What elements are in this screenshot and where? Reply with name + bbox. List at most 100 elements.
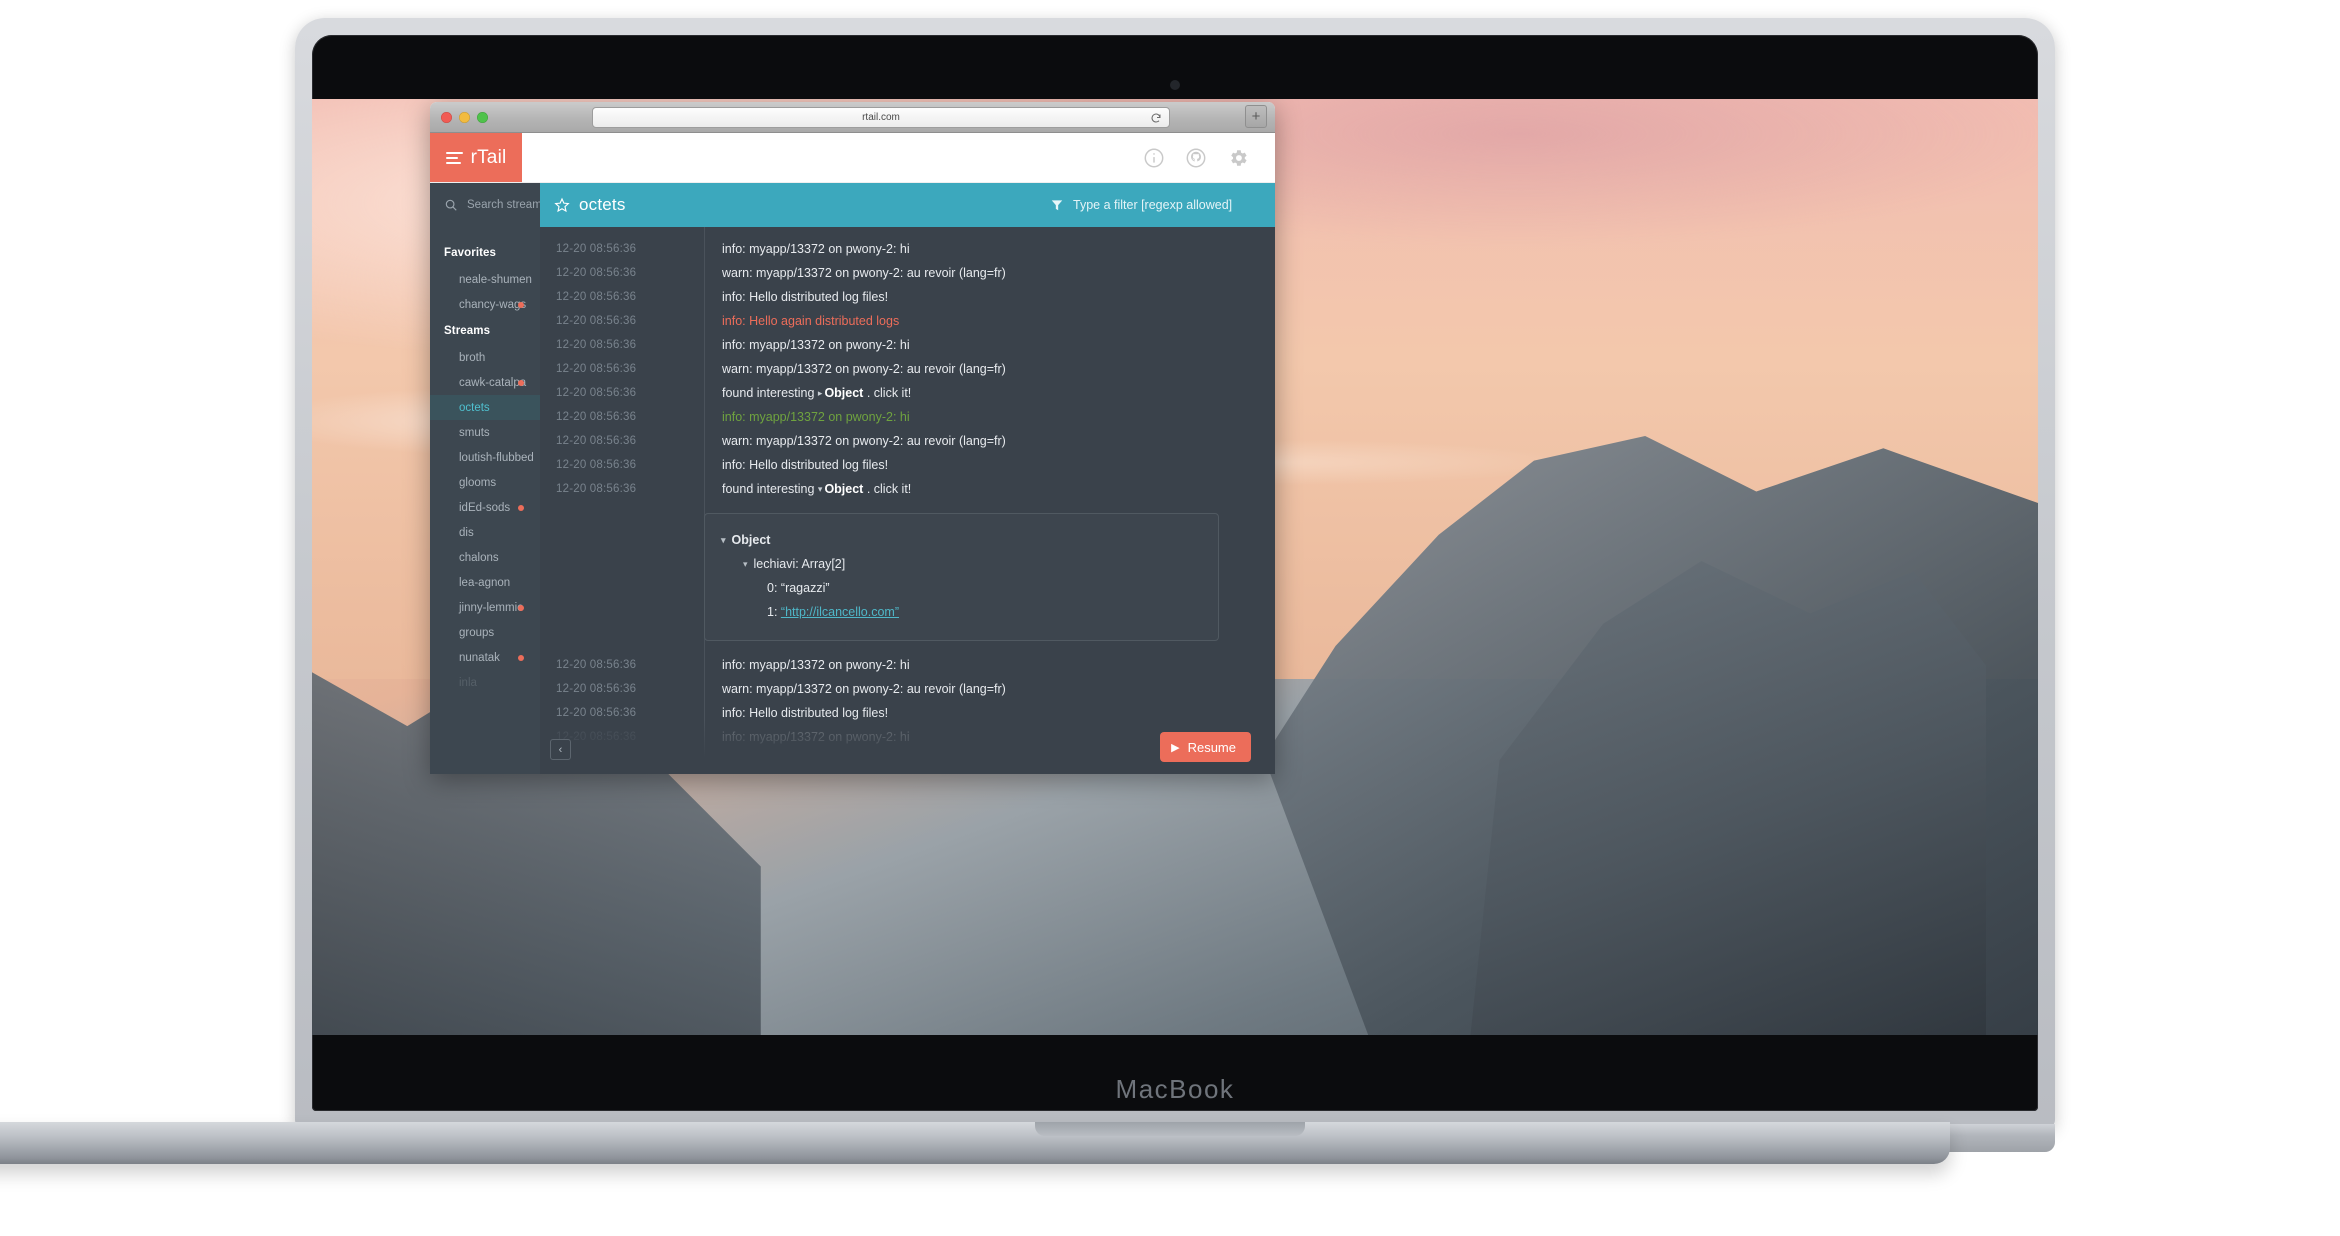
log-timestamp: 12-20 08:56:36 xyxy=(556,267,637,279)
play-icon: ▶ xyxy=(1171,741,1180,754)
sidebar-item-chalons[interactable]: chalons xyxy=(430,545,540,570)
resume-button[interactable]: ▶ Resume xyxy=(1160,732,1251,762)
sidebar-item-label: jinny-lemmie xyxy=(459,601,524,614)
app-logo[interactable]: rTail xyxy=(430,133,522,182)
address-bar[interactable]: rtail.com xyxy=(592,107,1170,128)
inspector-entry-row: 1: “http://ilcancello.com” xyxy=(705,600,1218,624)
sidebar-item-smuts[interactable]: smuts xyxy=(430,420,540,445)
sidebar-item-inla[interactable]: inla xyxy=(430,670,540,695)
inspector-root-row[interactable]: ▾ Object xyxy=(705,528,1218,552)
log-timestamp: 12-20 08:56:36 xyxy=(556,243,637,255)
sidebar-item-octets[interactable]: octets xyxy=(430,395,540,420)
github-icon[interactable] xyxy=(1185,147,1207,169)
sidebar-item-glooms[interactable]: glooms xyxy=(430,470,540,495)
log-timestamp: 12-20 08:56:36 xyxy=(556,411,637,423)
inspector-key-row[interactable]: ▾ lechiavi: Array[2] xyxy=(705,552,1218,576)
triangle-down-icon[interactable]: ▾ xyxy=(721,528,726,552)
filter-input[interactable] xyxy=(1073,198,1259,212)
device-brand-label: MacBook xyxy=(1115,1074,1235,1104)
zoom-window-button[interactable] xyxy=(477,111,488,123)
log-row: 12-20 08:56:36 info: Hello distributed lo… xyxy=(540,701,1275,725)
log-timestamp: 12-20 08:56:36 xyxy=(556,707,637,719)
triangle-down-icon[interactable]: ▾ xyxy=(818,477,823,501)
new-tab-button[interactable]: + xyxy=(1245,105,1267,128)
log-area[interactable]: 12-20 08:56:36 info: myapp/13372 on pwony… xyxy=(540,227,1275,774)
inspector-entry-value: “ragazzi” xyxy=(780,581,830,595)
sidebar-item-dis[interactable]: dis xyxy=(430,520,540,545)
browser-window: rtail.com + rTail Search streams Favorit… xyxy=(430,102,1275,774)
log-timestamp: 12-20 08:56:36 xyxy=(556,363,637,375)
log-timestamp: 12-20 08:56:36 xyxy=(556,483,637,495)
inspector-entry-link[interactable]: “http://ilcancello.com” xyxy=(781,605,899,619)
sidebar-item-chancy-wags[interactable]: chancy-wags xyxy=(430,292,540,317)
close-window-button[interactable] xyxy=(441,111,452,123)
unread-dot-icon xyxy=(518,504,524,511)
sidebar-item-label: octets xyxy=(459,401,490,414)
funnel-icon xyxy=(1051,200,1063,211)
webcam-icon xyxy=(1170,80,1180,90)
object-toggle-link[interactable]: Object xyxy=(824,386,863,400)
sidebar-item-cawk-catalpa[interactable]: cawk-catalpa xyxy=(430,370,540,395)
sidebar-item-neale-shumen[interactable]: neale-shumen xyxy=(430,267,540,292)
log-row: 12-20 08:56:36 warn: myapp/13372 on pwony… xyxy=(540,429,1275,453)
window-traffic-lights[interactable] xyxy=(430,111,488,123)
log-timestamp: 12-20 08:56:36 xyxy=(556,683,637,695)
stream-header: octets xyxy=(540,183,1275,227)
triangle-right-icon[interactable]: ▸ xyxy=(818,381,823,405)
log-message: info: myapp/13372 on pwony-2: hi xyxy=(722,658,910,672)
inspector-key-label: lechiavi: Array[2] xyxy=(753,557,846,571)
sidebar-item-label: glooms xyxy=(459,476,497,489)
log-row: 12-20 08:56:36 warn: myapp/13372 on pwony… xyxy=(540,677,1275,701)
macbook-device: rtail.com + rTail Search streams Favorit… xyxy=(295,18,2055,1152)
topbar-icon-group xyxy=(1143,133,1275,182)
filter-container[interactable] xyxy=(1050,198,1259,212)
triangle-down-icon[interactable]: ▾ xyxy=(743,552,748,576)
scene: rtail.com + rTail Search streams Favorit… xyxy=(0,0,2340,1236)
log-message: warn: myapp/13372 on pwony-2: au revoir … xyxy=(722,682,1006,696)
log-message: info: myapp/13372 on pwony-2: hi xyxy=(722,410,910,424)
sidebar-item-label: broth xyxy=(459,351,486,364)
log-row: 12-20 08:56:36 warn: myapp/13372 on pwony… xyxy=(540,357,1275,381)
gear-icon[interactable] xyxy=(1227,147,1249,169)
sidebar-item-label: chancy-wags xyxy=(459,298,527,311)
log-row: 12-20 08:56:36 found interesting ▸ Object … xyxy=(540,381,1275,405)
sidebar-item-label: dis xyxy=(459,526,474,539)
log-message: info: myapp/13372 on pwony-2: hi xyxy=(722,338,910,352)
stream-list[interactable]: Favorites neale-shumen chancy-wags Streams b… xyxy=(430,227,540,774)
log-row: 12-20 08:56:36 info: Hello again distribu… xyxy=(540,309,1275,333)
address-bar-container: rtail.com xyxy=(592,107,1170,128)
log-row: 12-20 08:56:36 info: myapp/13372 on pwony… xyxy=(540,237,1275,261)
log-timestamp: 12-20 08:56:36 xyxy=(556,339,637,351)
sidebar-item-groups[interactable]: groups xyxy=(430,620,540,645)
reload-icon[interactable] xyxy=(1150,112,1162,124)
sidebar-group-title: Streams xyxy=(444,325,491,337)
sidebar-item-broth[interactable]: broth xyxy=(430,345,540,370)
search-streams-container[interactable] xyxy=(430,183,547,227)
object-toggle-link[interactable]: Object xyxy=(824,482,863,496)
sidebar-item-label: smuts xyxy=(459,426,490,439)
log-timestamp: 12-20 08:56:36 xyxy=(556,459,637,471)
search-input[interactable] xyxy=(467,199,547,211)
sidebar-item-idEd-sods[interactable]: idEd-sods xyxy=(430,495,540,520)
inspector-entry-index: 0: xyxy=(767,581,781,595)
minimize-window-button[interactable] xyxy=(459,111,470,123)
object-inspector-panel[interactable]: ▾ Object ▾ lechiavi: Array[2] 0: “ragazzi” 1:… xyxy=(704,513,1219,641)
log-row: 12-20 08:56:36 info: Hello distributed lo… xyxy=(540,453,1275,477)
sidebar-item-nunatak[interactable]: nunatak xyxy=(430,645,540,670)
star-outline-icon[interactable] xyxy=(554,197,570,213)
log-message: info: Hello distributed log files! xyxy=(722,290,889,304)
sidebar-item-loutish-flubbed[interactable]: loutish-flubbed xyxy=(430,445,540,470)
info-icon[interactable] xyxy=(1143,147,1165,169)
sidebar-item-label: groups xyxy=(459,626,495,639)
sidebar-item-lea-agnon[interactable]: lea-agnon xyxy=(430,570,540,595)
log-message: found interesting ▸ Object . click it! xyxy=(704,381,911,405)
log-timestamp: 12-20 08:56:36 xyxy=(556,387,637,399)
collapse-sidebar-button[interactable]: ‹ xyxy=(550,739,571,760)
log-message-prefix: found interesting xyxy=(722,386,818,400)
main-panel: octets Type a filter [regexp allowed] 12… xyxy=(540,183,1275,774)
log-message: info: Hello distributed log files! xyxy=(722,458,889,472)
sidebar: Favorites neale-shumen chancy-wags Streams b… xyxy=(430,183,547,774)
sidebar-item-jinny-lemmie[interactable]: jinny-lemmie xyxy=(430,595,540,620)
log-timestamp: 12-20 08:56:36 xyxy=(556,291,637,303)
